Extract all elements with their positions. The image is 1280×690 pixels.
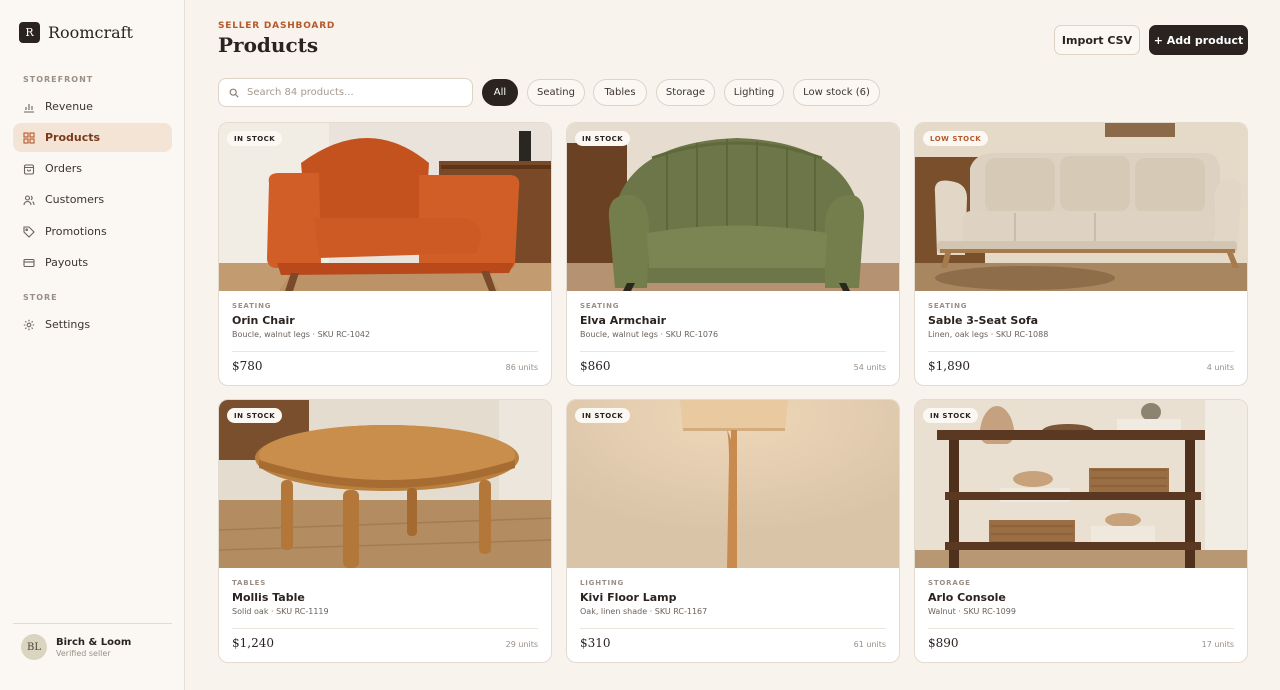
card-divider (928, 351, 1234, 352)
page-title: Products (218, 33, 319, 57)
product-price: $1,240 (232, 636, 274, 650)
product-price: $1,890 (928, 359, 970, 373)
gear-icon (23, 319, 35, 331)
sidebar-item-customers[interactable]: Customers (13, 185, 172, 214)
search-input[interactable] (247, 87, 457, 98)
sidebar-item-label: Settings (45, 318, 91, 331)
sidebar-item-revenue[interactable]: Revenue (13, 92, 172, 121)
sidebar-item-label: Promotions (45, 225, 107, 238)
product-units: 17 units (1201, 640, 1234, 649)
product-name: Elva Armchair (580, 314, 667, 327)
product-card[interactable]: IN STOCK SEATING Elva Armchair Boucle, w… (566, 122, 900, 386)
seller-name: Birch & Loom (56, 636, 132, 648)
filter-chip-seating[interactable]: Seating (527, 79, 585, 106)
product-units: 54 units (853, 363, 886, 372)
search-box (218, 78, 473, 107)
product-name: Mollis Table (232, 591, 305, 604)
product-image-floor-lamp (567, 400, 899, 568)
product-card[interactable]: IN STOCK STORAGE Arlo Console Walnut · S… (914, 399, 1248, 663)
card-divider (580, 351, 886, 352)
add-product-button[interactable]: + Add product (1149, 25, 1248, 55)
product-name: Kivi Floor Lamp (580, 591, 677, 604)
avatar: BL (21, 634, 47, 660)
product-price: $310 (580, 636, 611, 650)
stock-badge: IN STOCK (227, 131, 283, 146)
filter-chip-storage[interactable]: Storage (656, 79, 715, 106)
product-units: 61 units (853, 640, 886, 649)
product-image-orange-armchair (219, 123, 551, 291)
product-meta: Boucle, walnut legs · SKU RC-1076 (580, 330, 719, 339)
brand-logo: R (19, 22, 40, 43)
card-divider (232, 628, 538, 629)
product-category: SEATING (580, 302, 620, 310)
card-divider (928, 628, 1234, 629)
sidebar-item-label: Payouts (45, 256, 89, 269)
users-icon (23, 194, 35, 206)
product-card[interactable]: IN STOCK SEATING Orin Chair Boucle, waln… (218, 122, 552, 386)
product-price: $890 (928, 636, 959, 650)
product-name: Orin Chair (232, 314, 295, 327)
sidebar-item-settings[interactable]: Settings (13, 310, 172, 339)
filter-chip-all[interactable]: All (482, 79, 518, 106)
product-card[interactable]: LOW STOCK SEATING Sable 3-Seat Sofa Line… (914, 122, 1248, 386)
stock-badge: IN STOCK (575, 408, 631, 423)
card-divider (580, 628, 886, 629)
sidebar-item-payouts[interactable]: Payouts (13, 248, 172, 277)
product-card[interactable]: IN STOCK TABLES Mollis Table Solid oak ·… (218, 399, 552, 663)
card-divider (232, 351, 538, 352)
sidebar-item-label: Products (45, 131, 101, 144)
card-icon (23, 257, 35, 269)
import-csv-button[interactable]: Import CSV (1054, 25, 1140, 55)
sidebar-item-promotions[interactable]: Promotions (13, 217, 172, 246)
sidebar-item-label: Customers (45, 193, 105, 206)
product-units: 4 units (1206, 363, 1234, 372)
product-meta: Linen, oak legs · SKU RC-1088 (928, 330, 1049, 339)
product-meta: Walnut · SKU RC-1099 (928, 607, 1016, 616)
seller-profile[interactable]: BL Birch & Loom Verified seller (21, 634, 131, 660)
sidebar: R Roomcraft STOREFRONT Revenue Products … (0, 0, 185, 690)
product-units: 86 units (505, 363, 538, 372)
grid-icon (23, 131, 35, 144)
sidebar-item-label: Revenue (45, 100, 93, 113)
product-meta: Solid oak · SKU RC-1119 (232, 607, 329, 616)
sidebar-item-label: Orders (45, 162, 82, 175)
sidebar-item-products[interactable]: Products (13, 123, 172, 152)
product-category: TABLES (232, 579, 267, 587)
stock-badge: IN STOCK (923, 408, 979, 423)
page-eyebrow: SELLER DASHBOARD (218, 21, 336, 31)
product-image-round-table (219, 400, 551, 568)
sidebar-item-orders[interactable]: Orders (13, 154, 172, 183)
bar-chart-icon (23, 101, 35, 113)
product-units: 29 units (505, 640, 538, 649)
product-category: SEATING (928, 302, 968, 310)
product-category: SEATING (232, 302, 272, 310)
product-card[interactable]: IN STOCK LIGHTING Kivi Floor Lamp Oak, l… (566, 399, 900, 663)
bag-icon (23, 163, 35, 175)
product-image-console-shelf (915, 400, 1247, 568)
stock-badge: LOW STOCK (923, 131, 989, 146)
product-image-green-armchair (567, 123, 899, 291)
product-name: Sable 3-Seat Sofa (928, 314, 1039, 327)
search-icon (229, 83, 239, 102)
product-category: STORAGE (928, 579, 971, 587)
filter-chip-lighting[interactable]: Lighting (724, 79, 784, 106)
seller-role: Verified seller (56, 648, 111, 658)
product-image-beige-sofa (915, 123, 1247, 291)
brand-name: Roomcraft (48, 23, 133, 42)
filter-chip-tables[interactable]: Tables (593, 79, 647, 106)
product-name: Arlo Console (928, 591, 1006, 604)
nav-section-storefront: STOREFRONT (23, 75, 94, 84)
stock-badge: IN STOCK (575, 131, 631, 146)
product-meta: Oak, linen shade · SKU RC-1167 (580, 607, 708, 616)
product-price: $780 (232, 359, 263, 373)
sidebar-divider (13, 623, 172, 624)
brand[interactable]: R Roomcraft (19, 22, 133, 43)
stock-badge: IN STOCK (227, 408, 283, 423)
product-meta: Boucle, walnut legs · SKU RC-1042 (232, 330, 371, 339)
product-category: LIGHTING (580, 579, 625, 587)
nav-section-store: STORE (23, 293, 58, 302)
filter-chip-low-stock[interactable]: Low stock (6) (793, 79, 880, 106)
product-price: $860 (580, 359, 611, 373)
tag-icon (23, 225, 35, 238)
